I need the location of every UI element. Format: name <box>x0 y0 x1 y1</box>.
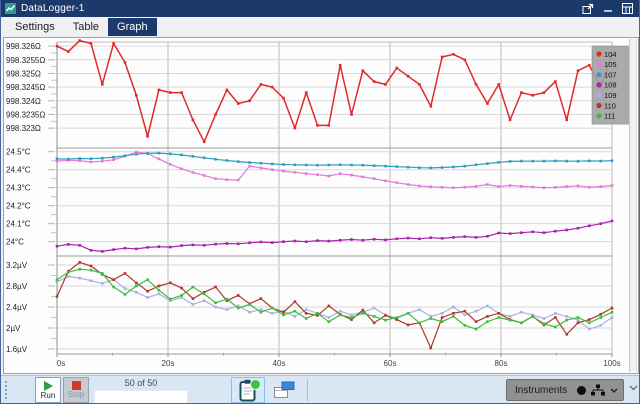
legend-item: 104 <box>604 50 617 59</box>
legend-item: 107 <box>604 70 617 79</box>
svg-text:60s: 60s <box>384 359 397 368</box>
svg-text:80s: 80s <box>495 359 508 368</box>
svg-text:998.326Ω: 998.326Ω <box>6 42 41 51</box>
svg-text:2.4µV: 2.4µV <box>6 303 28 312</box>
legend-item: 110 <box>604 101 616 110</box>
new-window-button[interactable] <box>270 379 298 402</box>
window-title: DataLogger-1 <box>21 3 85 14</box>
svg-text:0s: 0s <box>57 359 65 368</box>
svg-text:24.1°C: 24.1°C <box>6 220 31 229</box>
svg-text:20s: 20s <box>162 359 175 368</box>
svg-text:24.4°C: 24.4°C <box>6 166 31 175</box>
toolbar-separator <box>307 379 308 401</box>
progress: 50 of 50 <box>94 378 188 404</box>
toolbar-grip-handle[interactable] <box>5 381 7 399</box>
graph-panel: 0s 20s 40s 60s 80s 100s 998.326Ω 998.3255Ω 998.3… <box>3 37 639 374</box>
toolbar-overflow-chevron[interactable] <box>629 385 638 391</box>
tab-bar: Settings Table Graph <box>1 17 639 36</box>
legend-item: 105 <box>604 60 617 69</box>
tab-graph[interactable]: Graph <box>108 18 157 36</box>
run-button[interactable]: Run <box>35 377 61 403</box>
instruments-button[interactable]: Instruments <box>506 379 624 401</box>
svg-text:998.323Ω: 998.323Ω <box>6 124 41 133</box>
progress-bar <box>94 390 188 404</box>
svg-text:998.3245Ω: 998.3245Ω <box>6 83 45 92</box>
tab-settings[interactable]: Settings <box>6 18 64 36</box>
progress-text: 50 of 50 <box>94 378 188 389</box>
notification-badge <box>250 379 261 390</box>
stop-button[interactable]: Stop <box>63 377 89 403</box>
svg-text:1.6µV: 1.6µV <box>6 345 28 354</box>
legend-item: 108 <box>604 81 617 90</box>
popout-icon[interactable] <box>581 3 594 15</box>
panel-splitter[interactable] <box>629 39 637 372</box>
svg-text:998.3235Ω: 998.3235Ω <box>6 110 45 119</box>
svg-text:24.2°C: 24.2°C <box>6 202 31 211</box>
legend-item: 109 <box>604 91 617 100</box>
play-icon <box>44 381 53 391</box>
svg-text:100s: 100s <box>603 359 620 368</box>
window-controls <box>581 3 634 15</box>
network-icon <box>591 384 605 396</box>
minimize-icon[interactable] <box>601 3 614 15</box>
chevron-down-icon <box>610 388 618 393</box>
tab-table[interactable]: Table <box>64 18 108 36</box>
app-window: DataLogger-1 Settings Table Graph 0s 20s 4… <box>0 0 640 404</box>
svg-text:2µV: 2µV <box>6 324 21 333</box>
svg-text:40s: 40s <box>273 359 286 368</box>
svg-text:998.324Ω: 998.324Ω <box>6 97 41 106</box>
svg-text:998.325Ω: 998.325Ω <box>6 69 41 78</box>
chart-plot: 0s 20s 40s 60s 80s 100s 998.326Ω 998.3255Ω 998.3… <box>4 38 638 373</box>
svg-text:2.8µV: 2.8µV <box>6 282 28 291</box>
titlebar: DataLogger-1 <box>1 0 639 17</box>
svg-text:998.3255Ω: 998.3255Ω <box>6 56 45 65</box>
app-icon <box>5 3 16 14</box>
notes-button[interactable] <box>231 377 265 403</box>
run-label: Run <box>41 392 56 400</box>
svg-text:24.5°C: 24.5°C <box>6 148 31 157</box>
new-window-icon <box>273 381 295 400</box>
stop-icon <box>72 381 81 390</box>
instrument-status-icon <box>577 386 586 395</box>
instruments-label: Instruments <box>515 385 577 396</box>
toolbar: Run Stop 50 of 50 <box>1 375 639 404</box>
svg-text:24.3°C: 24.3°C <box>6 184 31 193</box>
legend-item: 111 <box>604 112 615 121</box>
svg-text:3.2µV: 3.2µV <box>6 261 28 270</box>
grid-icon[interactable] <box>621 3 634 15</box>
stop-label: Stop <box>68 391 84 399</box>
svg-text:24°C: 24°C <box>6 238 24 247</box>
